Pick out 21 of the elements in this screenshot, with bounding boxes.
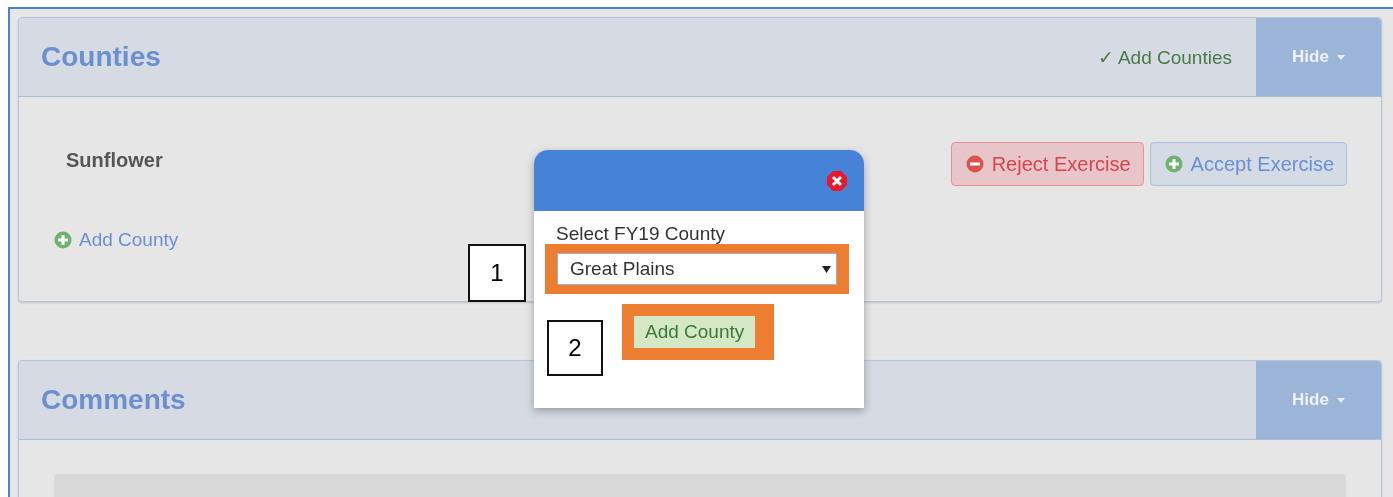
- plus-circle-icon: [1164, 155, 1183, 173]
- hide-button[interactable]: Hide: [1256, 361, 1381, 439]
- caret-icon: [1336, 54, 1345, 60]
- panel-title: Counties: [40, 41, 162, 73]
- panel-title: Comments: [40, 384, 187, 416]
- status-text: ✓ Add Counties: [1097, 45, 1232, 69]
- county-select[interactable]: Great Plains: [557, 253, 837, 285]
- callout-number: 1: [468, 244, 526, 302]
- add-county-link[interactable]: Add County: [54, 229, 179, 251]
- reject-button[interactable]: Reject Exercise: [950, 142, 1144, 186]
- close-icon[interactable]: [826, 169, 848, 192]
- callout-number: 2: [547, 320, 603, 376]
- accept-button[interactable]: Accept Exercise: [1149, 142, 1347, 186]
- plus-circle-icon: [54, 231, 72, 249]
- county-name: Sunflower: [66, 149, 163, 172]
- add-county-button[interactable]: Add County: [634, 316, 756, 348]
- dropdown-arrow-icon: [822, 265, 831, 273]
- select-label: Select FY19 County: [556, 224, 726, 244]
- minus-circle-icon: [965, 155, 984, 173]
- caret-icon: [1336, 397, 1345, 403]
- hide-button[interactable]: Hide: [1256, 18, 1381, 96]
